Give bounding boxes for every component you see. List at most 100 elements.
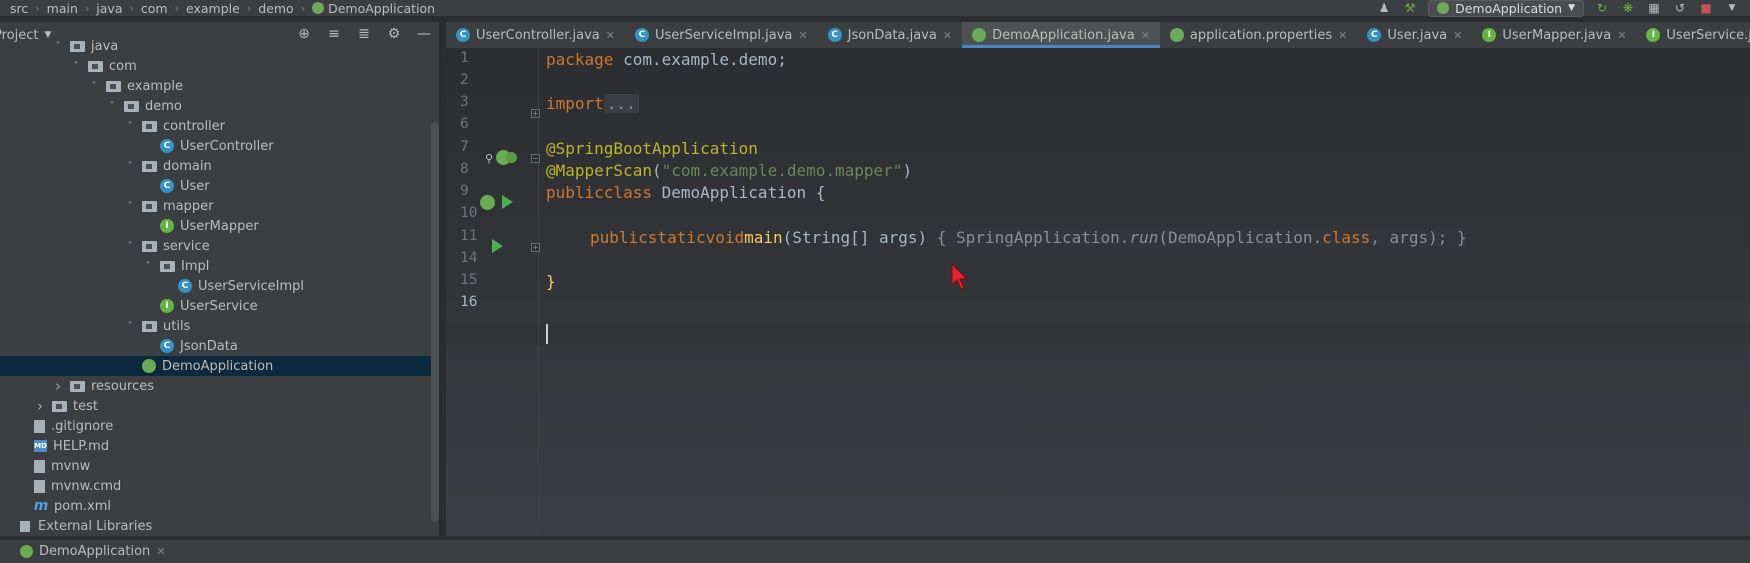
tree-item[interactable]: ˅ service [0,236,439,256]
user-icon[interactable]: ♟ [1376,1,1392,15]
tree-item[interactable]: mvnw.cmd [0,476,439,496]
chevron-down-icon[interactable]: ˅ [124,241,136,252]
chevron-right-icon[interactable]: › [34,397,46,415]
tree-item[interactable]: ˅ utils [0,316,439,336]
breadcrumb-item[interactable]: src [10,1,28,16]
build-hammer-icon[interactable]: ⚒ [1402,1,1418,15]
tree-item[interactable]: ˅ java [0,36,439,56]
tree-item[interactable]: ˅ Impl [0,256,439,276]
editor-gutter: ⚲ − + + 1 2 3 6 7 8 9 10 11 14 15 16 [446,48,540,536]
debug-bug-icon[interactable]: ❋ [1620,1,1636,15]
class-icon: C [827,28,842,42]
close-tab-icon[interactable]: ✕ [943,29,952,42]
tree-item[interactable]: mvnw [0,456,439,476]
close-tab-icon[interactable]: ✕ [606,29,615,42]
spring-bean-icon[interactable] [480,195,495,210]
tree-item[interactable]: m pom.xml [0,496,439,516]
tree-item[interactable]: ˅ domain [0,156,439,176]
line-number: 11 [460,228,478,244]
breadcrumb-item[interactable]: demo [258,1,293,16]
close-tab-icon[interactable]: ✕ [1338,29,1347,42]
code-editor[interactable]: ⚲ − + + 1 2 3 6 7 8 9 10 11 14 15 16 package com.ex… [446,48,1750,536]
breadcrumb-item[interactable]: com [141,1,168,16]
editor-tab[interactable]: DemoApplication.java ✕ [962,22,1160,48]
chevron-down-icon[interactable]: ˅ [88,81,100,92]
sidebar-scrollbar[interactable] [431,122,439,522]
editor-tab[interactable]: application.properties ✕ [1160,22,1357,48]
folded-imports[interactable]: ... [603,93,639,113]
tree-item[interactable]: C UserController [0,136,439,156]
tree-item[interactable]: .gitignore [0,416,439,436]
stop-icon[interactable]: ■ [1698,1,1714,15]
spring-bean-search-icon[interactable]: ⚲ [482,151,496,165]
tree-item[interactable]: I UserMapper [0,216,439,236]
run-main-gutter-icon[interactable] [490,239,504,253]
keyword: void [705,227,745,247]
chevron-down-icon[interactable]: ˅ [124,201,136,212]
breadcrumb-item[interactable]: main [47,1,78,16]
tree-item-label: External Libraries [38,518,153,534]
tree-item[interactable]: › resources [0,376,439,396]
spring-icon [1437,2,1450,14]
chevron-down-icon[interactable]: ˅ [124,161,136,172]
class-declaration: DemoApplication { [651,182,826,202]
fold-toggle-icon[interactable]: + [531,109,540,118]
profiler-icon[interactable]: ↺ [1672,1,1688,15]
fold-toggle-icon[interactable]: + [531,243,540,252]
tree-item[interactable]: ˅ com [0,56,439,76]
editor-tab[interactable]: C UserServiceImpl.java ✕ [625,22,818,48]
libraries-icon [18,519,32,533]
chevron-down-icon[interactable]: ˅ [124,321,136,332]
chevron-down-icon[interactable]: ˅ [106,101,118,112]
close-tab-icon[interactable]: ✕ [1617,29,1626,42]
tree-item-label: mvnw.cmd [51,478,122,494]
editor-tab[interactable]: C JsonData.java ✕ [818,22,962,48]
breadcrumb-item[interactable]: DemoApplication [328,1,435,16]
tree-item[interactable]: ˅ demo [0,96,439,116]
tree-item[interactable]: C UserServiceImpl [0,276,439,296]
chevron-down-icon[interactable]: ˅ [142,261,154,272]
project-tool-window: Project ▼ ⊕ ≡ ≣ ⚙ — ˅java˅com˅example˅de… [0,22,442,536]
tree-item[interactable]: ˅ example [0,76,439,96]
rerun-icon[interactable]: ↻ [1594,1,1610,15]
tree-item[interactable]: MD HELP.md [0,436,439,456]
chevron-down-icon[interactable]: ˅ [52,41,64,52]
run-tab[interactable]: DemoApplication ✕ [0,544,165,559]
tree-item[interactable]: C JsonData [0,336,439,356]
editor-tab-label: JsonData.java [847,27,937,43]
tree-item[interactable]: ˅ controller [0,116,439,136]
chevron-right-icon[interactable]: › [52,377,64,395]
editor-tab[interactable]: C User.java ✕ [1357,22,1472,48]
close-tab-icon[interactable]: ✕ [1141,29,1150,42]
tree-item[interactable]: I UserService [0,296,439,316]
spring-leaf-check-icon[interactable] [506,152,517,163]
close-tab-icon[interactable]: ✕ [798,29,807,42]
interface-icon: I [160,299,174,313]
tree-item-label: demo [145,98,182,114]
tree-item[interactable]: External Libraries [0,516,439,536]
chevron-down-icon[interactable]: ˅ [70,61,82,72]
more-dropdown-icon[interactable]: ▼ [1724,1,1740,15]
breadcrumb-item[interactable]: example [186,1,240,16]
chevron-down-icon[interactable]: ˅ [124,121,136,132]
bottom-tool-bar: DemoApplication ✕ [0,540,1750,563]
tree-item[interactable]: DemoApplication [0,356,439,376]
tree-item[interactable]: › test [0,396,439,416]
editor-tab[interactable]: I UserMapper.java ✕ [1472,22,1636,48]
breadcrumb: src › main › java › com › example › demo › DemoAppli… [0,1,435,16]
editor-tab[interactable]: C UserController.java ✕ [446,22,625,48]
close-tab-icon[interactable]: ✕ [1453,29,1462,42]
breadcrumb-item[interactable]: java [96,1,122,16]
editor-tabs: C UserController.java ✕ C UserServiceImpl.ja… [446,22,1750,49]
code-line-1: package com.example.demo; [546,48,787,70]
run-configuration-select[interactable]: DemoApplication ▼ [1428,0,1584,17]
tree-item[interactable]: ˅ mapper [0,196,439,216]
tree-item[interactable]: C User [0,176,439,196]
fold-toggle-icon[interactable]: − [531,154,540,163]
close-icon[interactable]: ✕ [156,545,165,558]
run-gutter-icon[interactable] [500,195,514,209]
editor-tab[interactable]: IUserService.java✕ [1636,22,1750,48]
coverage-icon[interactable]: ▦ [1646,1,1662,15]
class-icon: C [160,139,174,153]
breadcrumb-separator-icon: › [84,1,90,15]
